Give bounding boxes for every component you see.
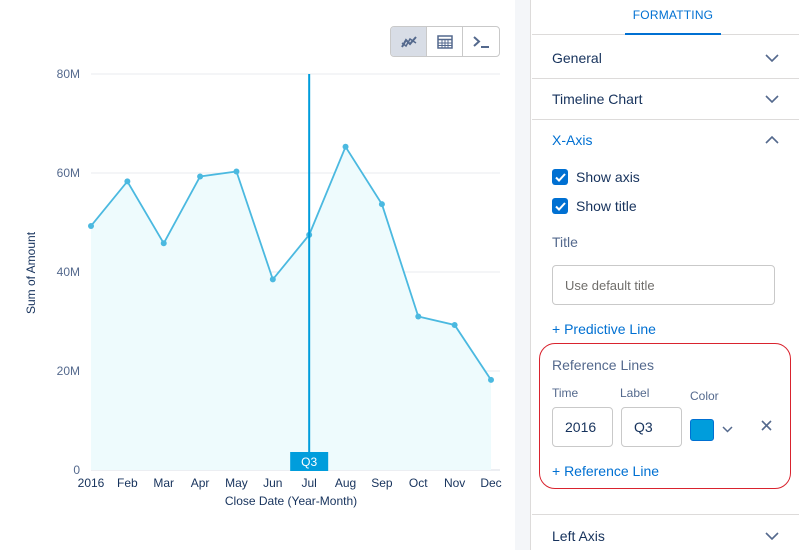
reference-label-input[interactable]: Q3 bbox=[621, 407, 682, 447]
section-x-axis[interactable]: X-Axis bbox=[532, 119, 799, 160]
x-tick-label: Aug bbox=[335, 476, 356, 490]
chevron-down-icon bbox=[765, 531, 779, 540]
section-timeline-chart-title: Timeline Chart bbox=[552, 90, 643, 107]
reference-label-value: Q3 bbox=[634, 419, 653, 435]
y-tick-label: 40M bbox=[57, 265, 80, 279]
data-point bbox=[124, 178, 131, 185]
x-tick-label: Oct bbox=[409, 476, 428, 490]
add-predictive-line-link[interactable]: + Predictive Line bbox=[552, 321, 656, 337]
x-axis-title: Close Date (Year-Month) bbox=[225, 494, 357, 508]
y-tick-label: 0 bbox=[73, 463, 80, 477]
chevron-down-icon bbox=[765, 53, 779, 62]
x-tick-label: Mar bbox=[153, 476, 174, 490]
y-tick-label: 80M bbox=[57, 67, 80, 81]
reference-line-label: Q3 bbox=[301, 455, 317, 469]
y-axis-title: Sum of Amount bbox=[24, 231, 38, 314]
data-point bbox=[88, 222, 94, 229]
x-tick-label: Apr bbox=[191, 476, 210, 490]
data-point bbox=[160, 240, 167, 247]
tab-formatting[interactable]: FORMATTING bbox=[625, 0, 721, 35]
show-axis-label: Show axis bbox=[576, 169, 640, 185]
data-point bbox=[197, 173, 204, 180]
show-title-checkbox[interactable]: Show title bbox=[552, 198, 637, 214]
section-left-axis-title: Left Axis bbox=[552, 527, 605, 544]
reference-time-value: 2016 bbox=[565, 419, 597, 435]
data-point bbox=[415, 313, 422, 320]
label-field-label: Label bbox=[620, 386, 650, 400]
checkbox-checked-icon bbox=[552, 169, 568, 185]
pane-divider[interactable] bbox=[515, 0, 531, 550]
x-tick-label: Jun bbox=[263, 476, 282, 490]
chevron-down-icon bbox=[765, 94, 779, 103]
section-left-axis[interactable]: Left Axis bbox=[532, 515, 799, 550]
reference-time-input[interactable]: 2016 bbox=[552, 407, 613, 447]
line-chart: Q3 2016 Feb Mar Apr May Jun Jul Aug Sep Oct Nov Dec… bbox=[24, 67, 502, 508]
data-point bbox=[451, 321, 458, 328]
chevron-up-icon bbox=[765, 135, 779, 144]
color-field-label: Color bbox=[690, 389, 719, 403]
chevron-down-icon[interactable] bbox=[722, 426, 733, 433]
close-icon[interactable] bbox=[761, 420, 772, 431]
formatting-panel: FORMATTING General Timeline Chart X-Axis… bbox=[532, 0, 799, 550]
show-axis-checkbox[interactable]: Show axis bbox=[552, 169, 640, 185]
x-tick-label: 2016 bbox=[78, 476, 105, 490]
y-tick-label: 20M bbox=[57, 364, 80, 378]
reference-color-swatch[interactable] bbox=[690, 419, 714, 441]
x-tick-label: May bbox=[225, 476, 248, 490]
chart-pane: Q3 2016 Feb Mar Apr May Jun Jul Aug Sep Oct Nov Dec… bbox=[0, 0, 515, 550]
data-point bbox=[378, 201, 385, 208]
reference-lines-heading: Reference Lines bbox=[552, 357, 654, 373]
x-tick-label: Sep bbox=[371, 476, 393, 490]
add-reference-line-link[interactable]: + Reference Line bbox=[552, 463, 659, 479]
x-tick-label: Dec bbox=[480, 476, 501, 490]
data-point bbox=[342, 143, 349, 150]
section-x-axis-title: X-Axis bbox=[552, 131, 593, 148]
data-point bbox=[488, 376, 494, 383]
area-fill bbox=[91, 146, 491, 470]
panel-tabs: FORMATTING bbox=[532, 0, 799, 35]
x-tick-label: Nov bbox=[444, 476, 465, 490]
title-input[interactable] bbox=[552, 265, 775, 305]
data-point bbox=[269, 276, 276, 283]
show-title-label: Show title bbox=[576, 198, 637, 214]
data-point bbox=[233, 168, 240, 175]
checkbox-checked-icon bbox=[552, 198, 568, 214]
section-general-title: General bbox=[552, 49, 602, 66]
section-general[interactable]: General bbox=[532, 37, 799, 78]
x-tick-label: Feb bbox=[117, 476, 138, 490]
x-tick-label: Jul bbox=[302, 476, 317, 490]
title-field-label: Title bbox=[552, 234, 578, 250]
y-tick-label: 60M bbox=[57, 166, 80, 180]
time-field-label: Time bbox=[552, 386, 579, 400]
section-timeline-chart[interactable]: Timeline Chart bbox=[532, 78, 799, 119]
